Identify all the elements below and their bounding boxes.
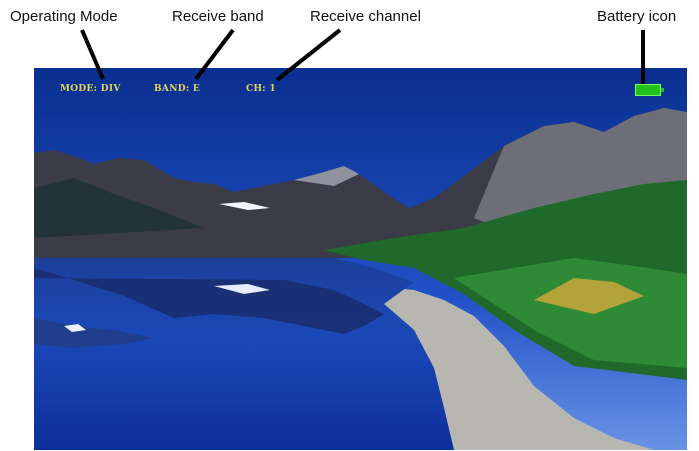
landscape-image <box>34 68 687 450</box>
callout-operating-mode: Operating Mode <box>10 8 118 25</box>
battery-icon <box>635 84 664 96</box>
callout-receive-channel: Receive channel <box>310 8 421 25</box>
callout-battery-icon: Battery icon <box>597 8 677 25</box>
video-screen: MODE: DIV BAND: E CH: 1 <box>34 68 687 450</box>
osd-channel-indicator: CH: 1 <box>246 84 276 94</box>
osd-band-indicator: BAND: E <box>154 84 201 94</box>
callout-receive-band: Receive band <box>172 8 264 25</box>
osd-mode-indicator: MODE: DIV <box>60 84 121 94</box>
